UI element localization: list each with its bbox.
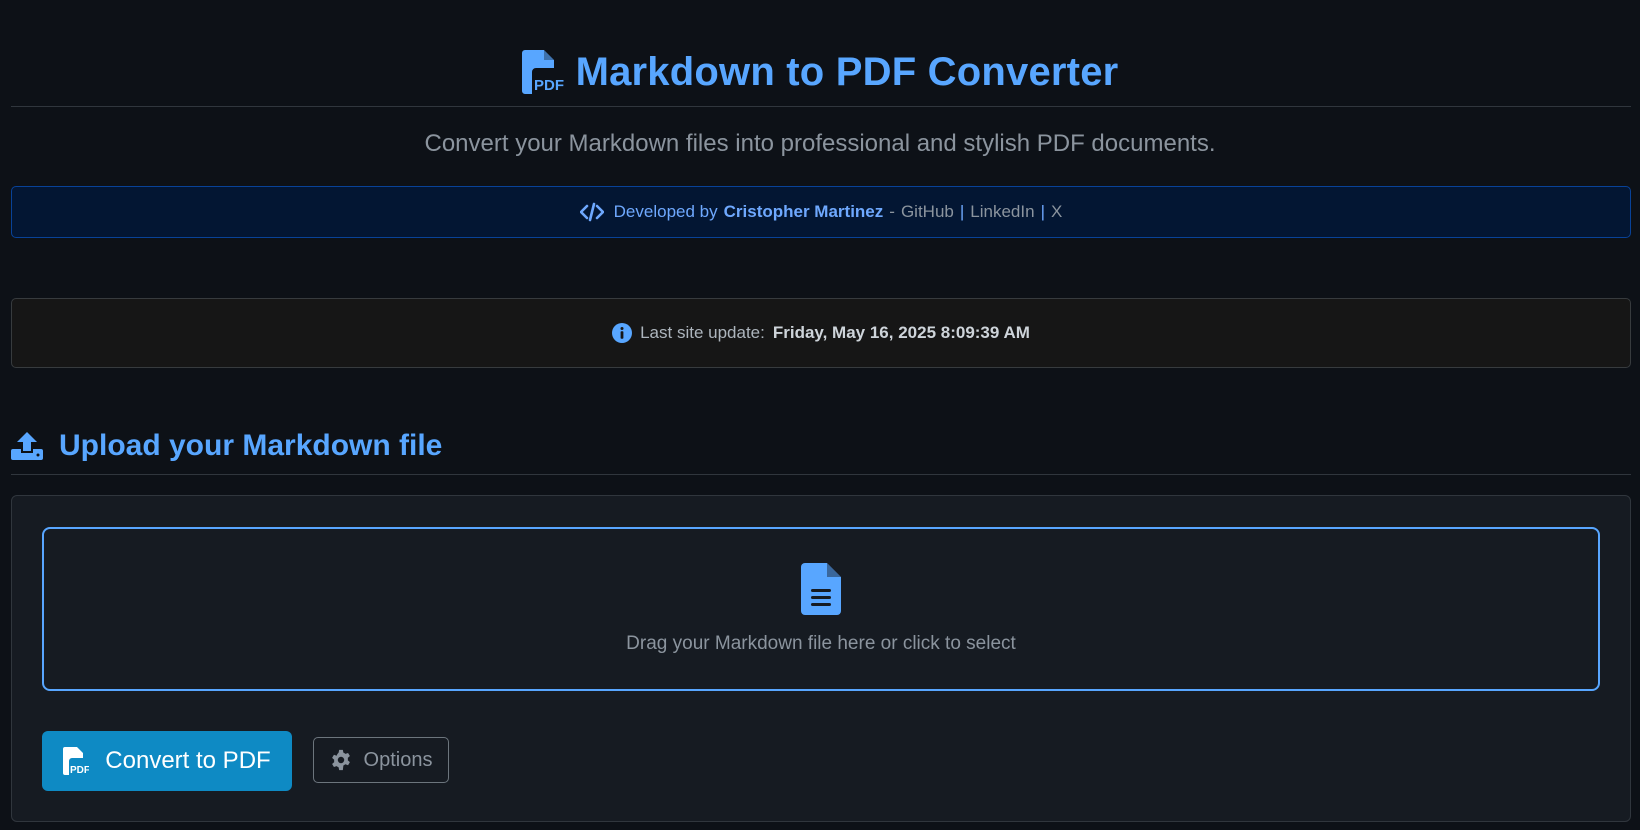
file-pdf-icon: PDF <box>521 50 564 94</box>
x-link[interactable]: X <box>1051 202 1062 222</box>
page-header: PDF Markdown to PDF Converter <box>0 44 1640 100</box>
file-pdf-icon: PDF <box>63 747 89 775</box>
github-link[interactable]: GitHub <box>901 202 954 222</box>
page-title: Markdown to PDF Converter <box>575 49 1119 94</box>
file-dropzone[interactable]: Drag your Markdown file here or click to… <box>42 527 1600 691</box>
svg-text:PDF: PDF <box>534 77 564 94</box>
linkedin-link[interactable]: LinkedIn <box>970 202 1034 222</box>
developer-banner: Developed by Cristopher Martinez - GitHu… <box>11 186 1631 238</box>
file-text-icon <box>801 563 841 615</box>
upload-section-heading: Upload your Markdown file <box>11 426 442 466</box>
svg-text:PDF: PDF <box>70 765 89 775</box>
update-timestamp: Friday, May 16, 2025 8:09:39 AM <box>772 323 1030 342</box>
update-label: Last site update: <box>640 323 765 342</box>
convert-button-label: Convert to PDF <box>105 747 271 774</box>
upload-card: Drag your Markdown file here or click to… <box>11 495 1631 822</box>
developer-dash: - <box>889 202 895 221</box>
last-update-box: Last site update: Friday, May 16, 2025 8… <box>11 298 1631 368</box>
developer-prefix: Developed by <box>613 202 718 221</box>
gear-icon <box>331 749 350 771</box>
info-circle-icon <box>612 323 633 343</box>
upload-heading: Upload your Markdown file <box>59 429 443 462</box>
header-divider <box>11 106 1631 107</box>
options-button[interactable]: Options <box>313 737 449 783</box>
dropzone-instructions: Drag your Markdown file here or click to… <box>626 633 1016 654</box>
link-separator: | <box>1040 202 1045 221</box>
options-button-label: Options <box>363 748 433 771</box>
upload-icon <box>11 432 43 460</box>
code-icon <box>579 202 604 222</box>
link-separator: | <box>959 202 965 221</box>
page-subtitle: Convert your Markdown files into profess… <box>424 130 1216 157</box>
page: PDF Markdown to PDF Converter Convert yo… <box>0 0 1640 830</box>
developer-name: Cristopher Martinez <box>723 202 884 221</box>
upload-divider <box>11 474 1631 475</box>
convert-to-pdf-button[interactable]: PDF Convert to PDF <box>42 731 292 791</box>
